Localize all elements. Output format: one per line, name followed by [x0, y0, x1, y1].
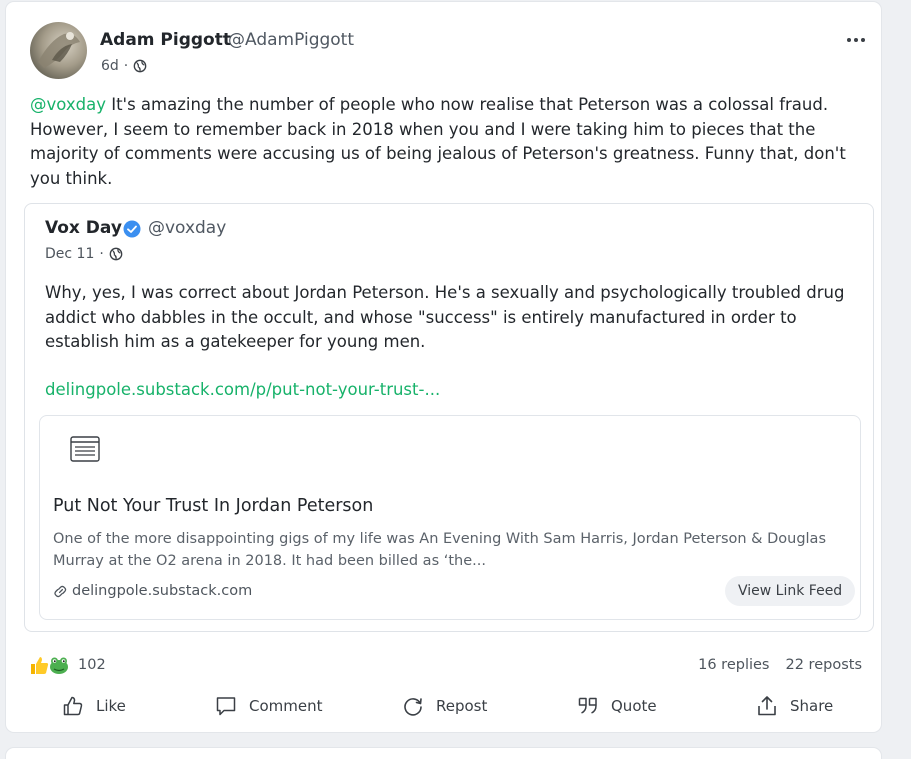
like-icon: [63, 696, 83, 716]
link-preview-domain[interactable]: delingpole.substack.com: [53, 583, 252, 599]
quoted-post[interactable]: Vox Day @voxday Dec 11 · Why, yes, I was…: [24, 203, 874, 632]
quote-label: Quote: [611, 697, 657, 715]
replies-count[interactable]: 16 replies: [698, 657, 769, 673]
share-button[interactable]: Share: [756, 690, 833, 722]
link-preview-card[interactable]: Put Not Your Trust In Jordan Peterson On…: [39, 415, 861, 620]
quote-button[interactable]: Quote: [577, 690, 657, 722]
avatar[interactable]: [30, 22, 87, 79]
quoted-time[interactable]: Dec 11: [45, 246, 94, 262]
reaction-count: 102: [78, 657, 106, 673]
author-handle[interactable]: @AdamPiggott: [228, 30, 354, 50]
comment-button[interactable]: Comment: [215, 690, 323, 722]
like-label: Like: [96, 697, 126, 715]
link-preview-title[interactable]: Put Not Your Trust In Jordan Peterson: [53, 496, 373, 516]
quoted-text: Why, yes, I was correct about Jordan Pet…: [45, 283, 845, 351]
share-icon: [758, 696, 776, 716]
post-time[interactable]: 6d: [101, 58, 119, 74]
view-link-feed-button[interactable]: View Link Feed: [725, 576, 856, 606]
author-name[interactable]: Adam Piggott: [100, 30, 231, 50]
globe-icon: [109, 247, 123, 261]
reactions-summary[interactable]: 102: [28, 654, 106, 676]
post-body: It's amazing the number of people who no…: [30, 95, 846, 188]
globe-icon: [133, 59, 147, 73]
more-options-button[interactable]: [842, 30, 870, 50]
action-bar: Like Comment Repost Quote Share: [6, 690, 881, 724]
quote-icon: [578, 697, 597, 714]
next-post-card: [6, 748, 881, 759]
frog-reaction-icon: [50, 657, 68, 674]
quoted-link[interactable]: delingpole.substack.com/p/put-not-your-t…: [45, 380, 440, 399]
repost-icon: [404, 698, 422, 716]
link-preview-domain-text: delingpole.substack.com: [72, 583, 253, 599]
comment-label: Comment: [249, 697, 323, 715]
reposts-count[interactable]: 22 reposts: [786, 657, 863, 673]
share-label: Share: [790, 697, 834, 715]
link-preview-description: One of the more disappointing gigs of my…: [53, 531, 826, 569]
comment-icon: [216, 697, 236, 716]
webpage-icon: [70, 436, 100, 462]
repost-button[interactable]: Repost: [402, 690, 487, 722]
mention-link[interactable]: @voxday: [30, 95, 106, 114]
quoted-meta: Dec 11 ·: [45, 246, 123, 262]
post-stats: 16 replies 22 reposts: [698, 657, 862, 673]
repost-label: Repost: [436, 697, 488, 715]
post-card: Adam Piggott @AdamPiggott 6d · @voxday I…: [6, 2, 881, 732]
post-text: @voxday It's amazing the number of peopl…: [30, 93, 860, 191]
verified-badge-icon: [123, 220, 141, 238]
post-meta: 6d ·: [101, 58, 147, 74]
meta-separator: ·: [99, 246, 104, 262]
thumbs-up-reaction-icon: [31, 657, 49, 674]
link-icon: [54, 585, 67, 597]
quoted-author-handle[interactable]: @voxday: [148, 218, 226, 238]
like-button[interactable]: Like: [62, 690, 126, 722]
quoted-author-name[interactable]: Vox Day: [45, 218, 122, 238]
meta-separator: ·: [123, 58, 129, 74]
